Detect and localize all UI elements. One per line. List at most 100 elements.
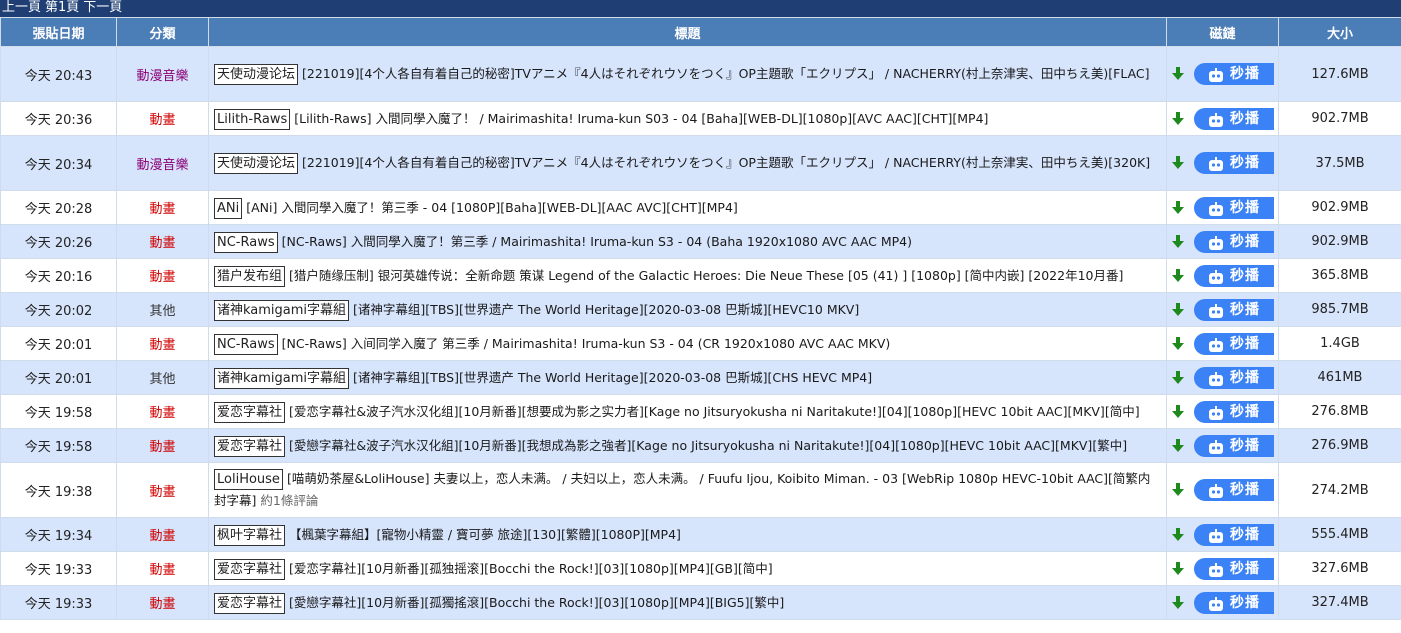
team-tag[interactable]: 诸神kamigami字幕組 bbox=[214, 299, 350, 321]
post-date: 今天 19:58 bbox=[0, 428, 117, 463]
download-arrow-icon[interactable] bbox=[1172, 268, 1184, 283]
magnet-cell: 秒播 bbox=[1166, 360, 1279, 395]
post-date: 今天 20:16 bbox=[0, 258, 117, 293]
title-link[interactable]: [ANi] 入間同學入魔了！第三季 - 04 [1080P][Baha][WEB… bbox=[246, 200, 738, 215]
title-link[interactable]: [愛戀字幕社][10月新番][孤獨搖滾][Bocchi the Rock!][0… bbox=[289, 595, 784, 610]
category-link[interactable]: 動畫 bbox=[116, 224, 209, 259]
title-link[interactable]: [爱恋字幕社][10月新番][孤独摇滚][Bocchi the Rock!][0… bbox=[289, 561, 773, 576]
title-cell: ANi [ANi] 入間同學入魔了！第三季 - 04 [1080P][Baha][… bbox=[208, 190, 1167, 225]
download-arrow-icon[interactable] bbox=[1172, 483, 1184, 497]
instant-play-button[interactable]: 秒播 bbox=[1194, 63, 1274, 85]
team-tag[interactable]: 爱恋字幕社 bbox=[214, 401, 286, 423]
instant-play-button[interactable]: 秒播 bbox=[1194, 366, 1274, 389]
category-link[interactable]: 其他 bbox=[116, 292, 209, 327]
instant-play-button[interactable]: 秒播 bbox=[1194, 523, 1274, 546]
team-tag[interactable]: 天使动漫论坛 bbox=[214, 153, 299, 174]
category-link[interactable]: 動漫音樂 bbox=[116, 135, 209, 191]
team-tag[interactable]: 诸神kamigami字幕組 bbox=[214, 367, 350, 389]
instant-play-button[interactable]: 秒播 bbox=[1194, 152, 1274, 174]
magnet-cell: 秒播 bbox=[1166, 258, 1279, 293]
category-link[interactable]: 動畫 bbox=[116, 551, 209, 586]
category-link[interactable]: 動畫 bbox=[116, 517, 209, 552]
category-link[interactable]: 其他 bbox=[116, 360, 209, 395]
column-header-date[interactable]: 張貼日期 bbox=[0, 17, 117, 47]
magnet-cell: 秒播 bbox=[1166, 551, 1279, 586]
team-tag[interactable]: ANi bbox=[214, 197, 243, 219]
download-arrow-icon[interactable] bbox=[1172, 404, 1184, 419]
title-link[interactable]: [愛戀字幕社&波子汽水汉化組][10月新番][我想成為影之強者][Kage no… bbox=[289, 438, 1127, 453]
instant-play-button[interactable]: 秒播 bbox=[1194, 479, 1274, 501]
category-link[interactable]: 動畫 bbox=[116, 462, 209, 518]
team-tag[interactable]: NC-Raws bbox=[214, 333, 278, 355]
instant-play-button[interactable]: 秒播 bbox=[1194, 332, 1274, 355]
next-page-link[interactable]: 下一頁 bbox=[83, 0, 122, 15]
category-link[interactable]: 動漫音樂 bbox=[116, 46, 209, 102]
instant-play-button[interactable]: 秒播 bbox=[1194, 230, 1274, 253]
title-cell: 诸神kamigami字幕組 [诸神字幕组][TBS][世界遗产 The World… bbox=[208, 292, 1167, 327]
team-tag[interactable]: 天使动漫论坛 bbox=[214, 64, 299, 85]
instant-play-button[interactable]: 秒播 bbox=[1194, 557, 1274, 580]
category-link[interactable]: 動畫 bbox=[116, 101, 209, 136]
team-tag[interactable]: 爱恋字幕社 bbox=[214, 558, 286, 580]
file-size: 461MB bbox=[1278, 360, 1401, 395]
category-link[interactable]: 動畫 bbox=[116, 258, 209, 293]
column-header-size[interactable]: 大小 bbox=[1278, 17, 1401, 47]
category-link[interactable]: 動畫 bbox=[116, 326, 209, 361]
download-arrow-icon[interactable] bbox=[1172, 156, 1184, 170]
team-tag[interactable]: LoliHouse bbox=[214, 469, 283, 490]
column-header-title[interactable]: 標題 bbox=[208, 17, 1167, 47]
download-arrow-icon[interactable] bbox=[1172, 111, 1184, 126]
title-link[interactable]: [NC-Raws] 入间同学入魔了 第三季 / Mairimashita! Ir… bbox=[282, 336, 891, 351]
download-arrow-icon[interactable] bbox=[1172, 200, 1184, 215]
pager: 上一頁 第1頁 下一頁 bbox=[0, 0, 1401, 17]
title-cell: 爱恋字幕社 [愛戀字幕社][10月新番][孤獨搖滾][Bocchi the Roc… bbox=[208, 585, 1167, 620]
download-arrow-icon[interactable] bbox=[1172, 595, 1184, 610]
team-tag[interactable]: 枫叶字幕社 bbox=[214, 524, 286, 546]
download-arrow-icon[interactable] bbox=[1172, 234, 1184, 249]
bot-icon bbox=[1208, 67, 1224, 82]
team-tag[interactable]: 猎户发布组 bbox=[214, 265, 286, 287]
file-size: 555.4MB bbox=[1278, 517, 1401, 552]
title-link[interactable]: [爱恋字幕社&波子汽水汉化组][10月新番][想要成为影之实力者][Kage n… bbox=[289, 404, 1140, 419]
title-link[interactable]: [诸神字幕组][TBS][世界遗产 The World Heritage][20… bbox=[353, 370, 872, 385]
download-arrow-icon[interactable] bbox=[1172, 561, 1184, 576]
column-header-category[interactable]: 分類 bbox=[116, 17, 209, 47]
category-link[interactable]: 動畫 bbox=[116, 190, 209, 225]
team-tag[interactable]: NC-Raws bbox=[214, 231, 278, 253]
download-arrow-icon[interactable] bbox=[1172, 527, 1184, 542]
instant-play-label: 秒播 bbox=[1230, 482, 1260, 498]
title-link[interactable]: [猎户随缘压制] 银河英雄传说：全新命题 策谋 Legend of the Ga… bbox=[289, 268, 1123, 283]
team-tag[interactable]: 爱恋字幕社 bbox=[214, 592, 286, 614]
title-link[interactable]: 【楓葉字幕組】[寵物小精靈 / 寶可夢 旅途][130][繁體][1080P][… bbox=[289, 527, 681, 542]
category-link[interactable]: 動畫 bbox=[116, 428, 209, 463]
magnet-cell: 秒播 bbox=[1166, 292, 1279, 327]
table-row: 今天 19:38 動畫 LoliHouse [喵萌奶茶屋&LoliHouse] 夫妻以… bbox=[0, 462, 1401, 518]
download-arrow-icon[interactable] bbox=[1172, 67, 1184, 81]
download-arrow-icon[interactable] bbox=[1172, 302, 1184, 317]
title-link[interactable]: [NC-Raws] 入間同學入魔了！第三季 / Mairimashita! Ir… bbox=[282, 234, 912, 249]
team-tag[interactable]: 爱恋字幕社 bbox=[214, 435, 286, 457]
team-tag[interactable]: Lilith-Raws bbox=[214, 108, 291, 130]
title-cell: 天使动漫论坛 [221019][4个人各自有着自己的秘密]TVアニメ『4人はそれぞ… bbox=[208, 135, 1167, 191]
instant-play-button[interactable]: 秒播 bbox=[1194, 298, 1274, 321]
download-arrow-icon[interactable] bbox=[1172, 438, 1184, 453]
title-link[interactable]: [221019][4个人各自有着自己的秘密]TVアニメ『4人はそれぞれウソをつく… bbox=[302, 155, 1150, 170]
download-arrow-icon[interactable] bbox=[1172, 370, 1184, 385]
title-link[interactable]: [Lilith-Raws] 入間同學入魔了！ / Mairimashita! I… bbox=[294, 111, 988, 126]
instant-play-button[interactable]: 秒播 bbox=[1194, 264, 1274, 287]
title-link[interactable]: [诸神字幕组][TBS][世界遗产 The World Heritage][20… bbox=[353, 302, 859, 317]
download-arrow-icon[interactable] bbox=[1172, 336, 1184, 351]
prev-page-link[interactable]: 上一頁 bbox=[2, 0, 41, 15]
instant-play-button[interactable]: 秒播 bbox=[1194, 196, 1274, 219]
comment-count[interactable]: 約1條評論 bbox=[260, 493, 318, 508]
instant-play-button[interactable]: 秒播 bbox=[1194, 107, 1274, 130]
magnet-cell: 秒播 bbox=[1166, 326, 1279, 361]
category-link[interactable]: 動畫 bbox=[116, 394, 209, 429]
category-link[interactable]: 動畫 bbox=[116, 585, 209, 620]
instant-play-button[interactable]: 秒播 bbox=[1194, 400, 1274, 423]
title-link[interactable]: [221019][4个人各自有着自己的秘密]TVアニメ『4人はそれぞれウソをつく… bbox=[302, 66, 1150, 81]
post-date: 今天 19:34 bbox=[0, 517, 117, 552]
instant-play-button[interactable]: 秒播 bbox=[1194, 591, 1274, 614]
instant-play-button[interactable]: 秒播 bbox=[1194, 434, 1274, 457]
title-link[interactable]: [喵萌奶茶屋&LoliHouse] 夫妻以上，恋人未满。 / 夫妇以上，恋人未满… bbox=[214, 471, 1150, 508]
